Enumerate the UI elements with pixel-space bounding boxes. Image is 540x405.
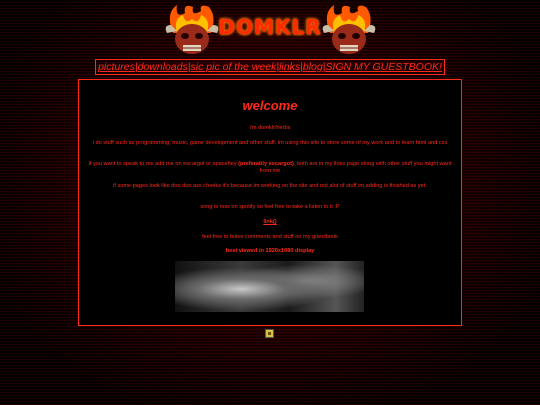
nav-link-guestbook[interactable]: SIGN MY GUESTBOOK! (325, 61, 442, 73)
site-logo: DOMKLR (218, 15, 322, 39)
animated-gif-image (175, 261, 364, 312)
song-link-label[interactable]: link() (263, 219, 276, 225)
nav-link-links[interactable]: links (279, 61, 300, 73)
song-link[interactable]: link() (85, 219, 455, 226)
page-title: welcome (242, 98, 298, 113)
contact-text-pre: if you want to speak to me add me on esc… (88, 161, 239, 167)
badge-icon[interactable] (265, 329, 274, 338)
site-header: DOMKLR (0, 0, 540, 60)
flaming-skull-icon (322, 5, 376, 54)
contact-text: if you want to speak to me add me on esc… (85, 161, 455, 175)
main-panel: welcome i'm domklr/herbs i do stuff such… (78, 79, 462, 326)
guestbook-text: feel free to leave comments and stuff on… (202, 234, 338, 240)
contact-text-emphasis: (preferably escargot) (238, 161, 294, 167)
flaming-skull-icon (165, 5, 219, 54)
best-viewed-text: best viewed in 1920x1080 display (225, 248, 315, 254)
nav-link-pictures[interactable]: pictures (98, 61, 135, 73)
nav-bar: pictures|downloads|sic pic of the week|l… (95, 59, 445, 75)
nav-link-downloads[interactable]: downloads (138, 61, 188, 73)
nav-link-blog[interactable]: blog (303, 61, 323, 73)
nav-link-sic-pic[interactable]: sic pic of the week (191, 61, 277, 73)
about-text: i do stuff such as programming, music, g… (92, 140, 448, 146)
song-text: song is now on spotify so feel free to t… (200, 204, 340, 210)
intro-text: i'm domklr/herbs (249, 125, 291, 131)
wip-notice-text: if some pages look like doo doo ass chee… (113, 183, 427, 189)
